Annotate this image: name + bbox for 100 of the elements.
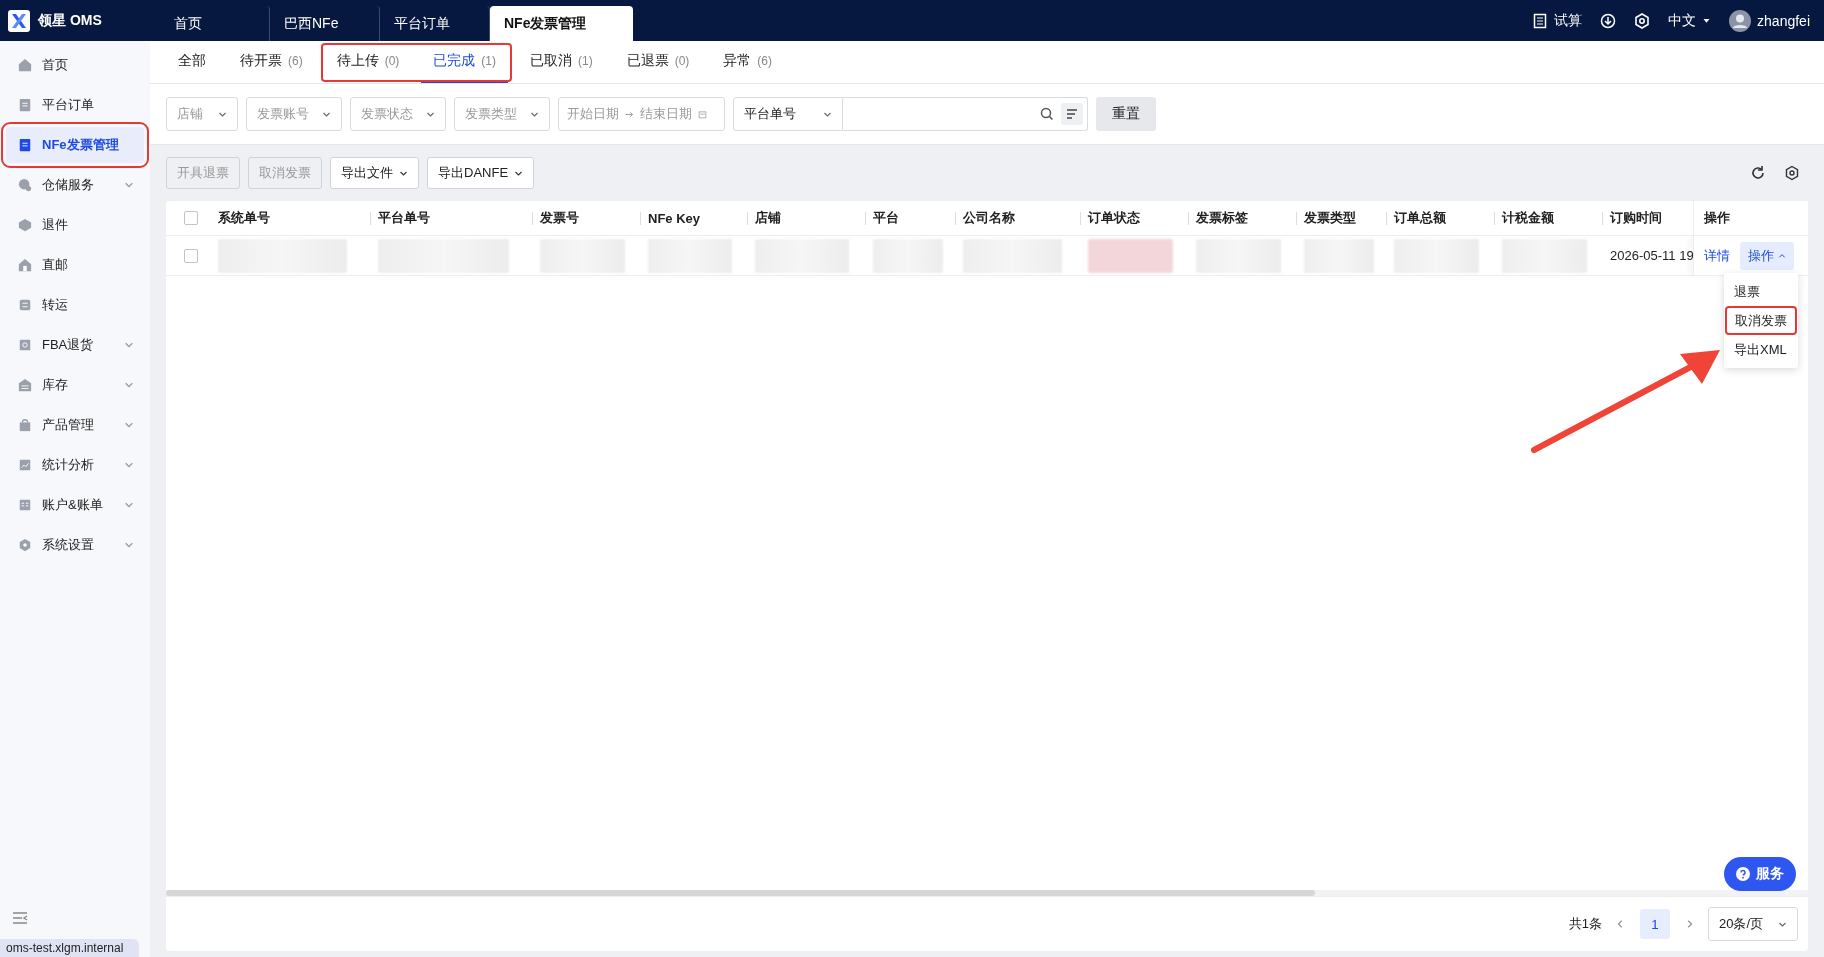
sidebar-item[interactable]: 仓储服务 bbox=[6, 167, 144, 203]
sidebar-item[interactable]: FBA退货 bbox=[6, 327, 144, 363]
column-header: 平台 bbox=[865, 201, 955, 236]
host-label: oms-test.xlgm.internal bbox=[0, 939, 139, 957]
list-icon bbox=[18, 298, 32, 312]
reset-button[interactable]: 重置 bbox=[1096, 97, 1156, 131]
settings-icon[interactable] bbox=[1634, 12, 1651, 29]
settings-icon[interactable] bbox=[1784, 165, 1800, 181]
toolbar-button[interactable]: 导出DANFE bbox=[427, 157, 535, 189]
page-size-select[interactable]: 20条/页 bbox=[1708, 907, 1798, 941]
calculator-icon[interactable] bbox=[1532, 12, 1549, 29]
sidebar-label: FBA退货 bbox=[42, 336, 95, 354]
collapse-icon[interactable] bbox=[12, 911, 28, 925]
column-header: 平台单号 bbox=[370, 201, 532, 236]
clipboard-icon bbox=[18, 98, 32, 112]
sidebar-item[interactable]: 首页 bbox=[6, 47, 144, 83]
language-select[interactable]: 中文 bbox=[1668, 11, 1697, 30]
detail-link[interactable]: 详情 bbox=[1704, 246, 1730, 265]
square-icon bbox=[18, 338, 32, 352]
caret-icon bbox=[1778, 251, 1786, 260]
sidebar-label: 首页 bbox=[42, 56, 69, 74]
menu-item[interactable]: 取消发票 bbox=[1725, 306, 1797, 335]
page-tab[interactable]: NFe发票管理 bbox=[490, 6, 633, 41]
column-header: 订单状态 bbox=[1080, 201, 1188, 236]
download-icon[interactable] bbox=[1600, 12, 1617, 29]
sidebar-label: 产品管理 bbox=[42, 416, 95, 434]
chevron-icon bbox=[124, 340, 134, 350]
menu-item[interactable]: 退票 bbox=[1724, 277, 1798, 306]
search-field[interactable] bbox=[843, 97, 1088, 131]
sidebar-item[interactable]: 直邮 bbox=[6, 247, 144, 283]
sidebar-label: 系统设置 bbox=[42, 536, 95, 554]
scrollbar-thumb[interactable] bbox=[166, 890, 1316, 896]
column-header: 发票号 bbox=[532, 201, 640, 236]
app-name: 领星 OMS bbox=[38, 11, 102, 30]
house-icon bbox=[18, 258, 32, 272]
service-button[interactable]: 服务 bbox=[1724, 857, 1796, 891]
column-header: 系统单号 bbox=[210, 201, 370, 236]
sidebar-label: 直邮 bbox=[42, 256, 69, 274]
column-header: 订单总额 bbox=[1386, 201, 1494, 236]
chevron-icon bbox=[124, 180, 134, 190]
column-header: 发票标签 bbox=[1188, 201, 1296, 236]
status-tab[interactable]: 全部 bbox=[166, 41, 218, 83]
arrow-icon bbox=[625, 109, 634, 119]
sidebar-label: 库存 bbox=[42, 376, 69, 394]
lines-icon[interactable] bbox=[1061, 103, 1083, 125]
sidebar-item[interactable]: 平台订单 bbox=[6, 87, 144, 123]
status-tab[interactable]: 已取消 (1) bbox=[518, 41, 605, 83]
sidebar-label: 仓储服务 bbox=[42, 176, 95, 194]
status-tab[interactable]: 异常 (6) bbox=[711, 41, 785, 83]
status-tab[interactable]: 待开票 (6) bbox=[228, 41, 315, 83]
refresh-icon[interactable] bbox=[1750, 165, 1766, 181]
sidebar-label: NFe发票管理 bbox=[42, 136, 120, 154]
select-all-checkbox[interactable] bbox=[184, 211, 198, 225]
chevron-icon bbox=[124, 500, 134, 510]
sidebar-item[interactable]: 退件 bbox=[6, 207, 144, 243]
sidebar-item[interactable]: 库存 bbox=[6, 367, 144, 403]
warehouse-icon bbox=[18, 378, 32, 392]
chevron-icon bbox=[124, 540, 134, 550]
sidebar-item[interactable]: 系统设置 bbox=[6, 527, 144, 563]
sidebar-item[interactable]: 产品管理 bbox=[6, 407, 144, 443]
help-icon bbox=[1736, 867, 1750, 881]
sidebar-item[interactable]: 统计分析 bbox=[6, 447, 144, 483]
page-button[interactable]: 1 bbox=[1640, 909, 1670, 939]
table-cell: 2026-05-11 19 bbox=[1610, 248, 1694, 263]
toolbar-button[interactable]: 导出文件 bbox=[330, 157, 419, 189]
chevron-icon bbox=[124, 380, 134, 390]
logo-icon bbox=[8, 9, 30, 32]
hexagon-icon bbox=[18, 538, 32, 552]
clipboard-icon bbox=[18, 138, 32, 152]
home-icon bbox=[18, 58, 32, 72]
sidebar-item[interactable]: 转运 bbox=[6, 287, 144, 323]
search-icon[interactable] bbox=[1039, 106, 1055, 122]
total-count: 共1条 bbox=[1568, 915, 1602, 933]
sidebar-label: 转运 bbox=[42, 296, 69, 314]
chevron-icon bbox=[124, 420, 134, 430]
caret-icon bbox=[1702, 16, 1712, 25]
column-header: 公司名称 bbox=[955, 201, 1080, 236]
calendar-icon bbox=[698, 109, 707, 119]
ledger-icon bbox=[18, 498, 32, 512]
trial-link[interactable]: 试算 bbox=[1554, 11, 1583, 30]
bag-icon bbox=[18, 418, 32, 432]
chart-icon bbox=[18, 458, 32, 472]
row-checkbox[interactable] bbox=[184, 248, 198, 263]
column-header: 发票类型 bbox=[1296, 201, 1386, 236]
sidebar-label: 平台订单 bbox=[42, 96, 95, 114]
sidebar-label: 账户&账单 bbox=[42, 496, 104, 514]
column-header: 操作 bbox=[1693, 201, 1808, 236]
search-type-select[interactable]: 平台单号 bbox=[733, 97, 843, 131]
column-header: 计税金额 bbox=[1494, 201, 1602, 236]
action-button[interactable]: 操作 bbox=[1740, 241, 1794, 270]
column-header: 店铺 bbox=[747, 201, 865, 236]
user-name[interactable]: zhangfei bbox=[1757, 12, 1810, 29]
sidebar-label: 统计分析 bbox=[42, 456, 95, 474]
status-tab[interactable]: 已退票 (0) bbox=[614, 41, 702, 83]
sidebar-label: 退件 bbox=[42, 216, 69, 234]
avatar-icon[interactable] bbox=[1729, 9, 1752, 32]
menu-item[interactable]: 导出XML bbox=[1724, 335, 1798, 364]
status-tab[interactable]: 待上传 (0) bbox=[324, 41, 412, 83]
column-header: NFe Key bbox=[640, 201, 747, 236]
sidebar-item[interactable]: 账户&账单 bbox=[6, 487, 144, 523]
